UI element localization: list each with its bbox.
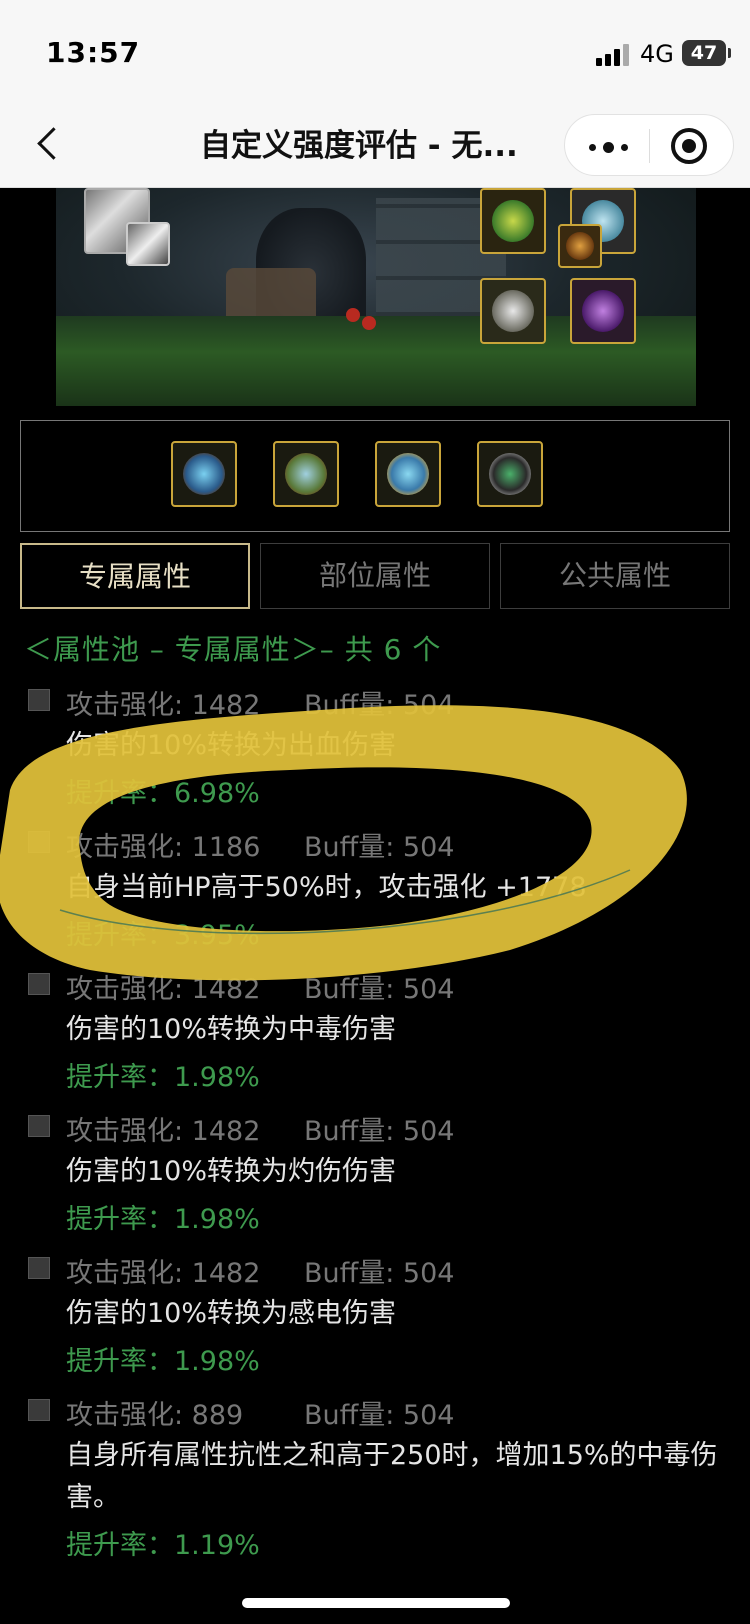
attack-enhance-value: 攻击强化: 1482 (66, 690, 261, 721)
buff-value: Buff量: 504 (304, 1116, 455, 1147)
title-slot-icon[interactable] (126, 222, 170, 266)
close-miniprogram-button[interactable] (671, 128, 707, 164)
attribute-entry: 攻击强化: 1482 Buff量: 504 伤害的10%转换为出血伤害 提升率：… (24, 683, 734, 813)
accessory-slot-icon[interactable] (480, 188, 546, 254)
attribute-entry: 攻击强化: 1186 Buff量: 504 自身当前HP高于50%时，攻击强化 … (24, 825, 734, 955)
back-button[interactable] (30, 122, 70, 166)
armor-slot-icon[interactable] (480, 278, 546, 344)
attribute-entry: 攻击强化: 1482 Buff量: 504 伤害的10%转换为感电伤害 提升率：… (24, 1251, 734, 1381)
attack-enhance-value: 攻击强化: 889 (66, 1400, 244, 1431)
bracelet-slot-icon[interactable] (375, 441, 441, 507)
capsule-divider (649, 129, 650, 163)
signal-icon (596, 44, 632, 66)
entry-checkbox[interactable] (28, 831, 50, 853)
entry-checkbox[interactable] (28, 1257, 50, 1279)
tab-exclusive-attributes[interactable]: 专属属性 (20, 543, 250, 609)
network-type: 4G (640, 40, 674, 68)
attribute-description: 伤害的10%转换为中毒伤害 (66, 1014, 397, 1045)
attribute-description: 自身所有属性抗性之和高于250时，增加15%的中毒伤害。 (66, 1440, 718, 1513)
attack-enhance-value: 攻击强化: 1482 (66, 1258, 261, 1289)
attribute-entry: 攻击强化: 1482 Buff量: 504 伤害的10%转换为中毒伤害 提升率：… (24, 967, 734, 1097)
improvement-rate: 提升率：1.98% (66, 1346, 260, 1377)
nav-bar: 自定义强度评估 - 无... (0, 100, 750, 188)
attribute-description: 伤害的10%转换为感电伤害 (66, 1298, 397, 1329)
buff-value: Buff量: 504 (304, 832, 455, 863)
entry-checkbox[interactable] (28, 1115, 50, 1137)
emblem-slot-icon[interactable] (558, 224, 602, 268)
equipment-box (20, 420, 730, 532)
tab-slot-attributes[interactable]: 部位属性 (260, 543, 490, 609)
improvement-rate: 提升率：1.98% (66, 1062, 260, 1093)
character-scene (56, 188, 696, 406)
improvement-rate: 提升率：1.19% (66, 1530, 260, 1561)
attribute-pool-title: ＜属性池 – 专属属性＞– 共 6 个 (24, 633, 442, 666)
attribute-description: 伤害的10%转换为灼伤伤害 (66, 1156, 397, 1187)
battery-icon: 47 (682, 40, 731, 66)
buff-value: Buff量: 504 (304, 1400, 455, 1431)
attack-enhance-value: 攻击强化: 1186 (66, 832, 261, 863)
entry-checkbox[interactable] (28, 1399, 50, 1421)
attribute-entry: 攻击强化: 1482 Buff量: 504 伤害的10%转换为灼伤伤害 提升率：… (24, 1109, 734, 1239)
improvement-rate: 提升率：3.95% (66, 920, 260, 951)
attribute-description: 自身当前HP高于50%时，攻击强化 +1778 (66, 872, 587, 903)
entry-checkbox[interactable] (28, 973, 50, 995)
earring-slot-icon[interactable] (477, 441, 543, 507)
improvement-rate: 提升率：1.98% (66, 1204, 260, 1235)
buff-value: Buff量: 504 (304, 690, 455, 721)
scene-flower (346, 308, 360, 322)
status-time: 13:57 (46, 36, 141, 69)
scene-flower (362, 316, 376, 330)
buff-value: Buff量: 504 (304, 974, 455, 1005)
mini-program-capsule (564, 114, 734, 176)
attack-enhance-value: 攻击强化: 1482 (66, 1116, 261, 1147)
tab-common-attributes[interactable]: 公共属性 (500, 543, 730, 609)
improvement-rate: 提升率：6.98% (66, 778, 260, 809)
home-indicator (242, 1598, 510, 1608)
necklace-slot-icon[interactable] (273, 441, 339, 507)
more-options-button[interactable] (587, 131, 631, 161)
attribute-entry: 攻击强化: 889 Buff量: 504 自身所有属性抗性之和高于250时，增加… (24, 1393, 734, 1573)
entry-checkbox[interactable] (28, 689, 50, 711)
buff-value: Buff量: 504 (304, 1258, 455, 1289)
page-title: 自定义强度评估 - 无... (200, 128, 518, 164)
attribute-description: 伤害的10%转换为出血伤害 (66, 730, 397, 761)
aura-slot-icon[interactable] (570, 278, 636, 344)
status-bar: 13:57 4G 47 (0, 0, 750, 100)
attack-enhance-value: 攻击强化: 1482 (66, 974, 261, 1005)
ring-slot-icon[interactable] (171, 441, 237, 507)
